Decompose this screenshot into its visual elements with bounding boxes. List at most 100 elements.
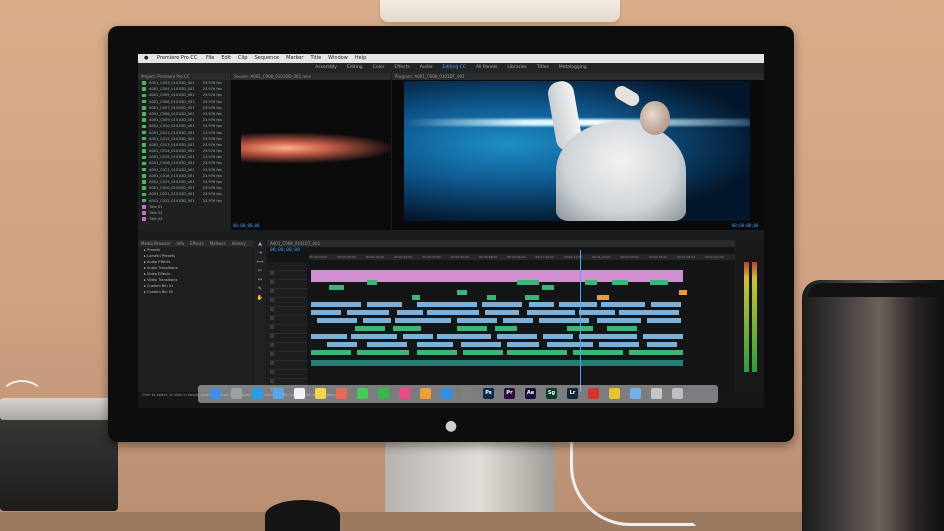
effects-folder[interactable]: ▸ Custom Bin 02 (138, 289, 253, 295)
project-clip-item[interactable]: A001_C010_0101DD_001 23.976 fps (138, 123, 230, 129)
timeline-clip[interactable] (527, 310, 575, 315)
menu-item-clip[interactable]: Clip (238, 55, 247, 61)
hand-tool-icon[interactable]: ✋ (254, 294, 266, 303)
mail-icon[interactable] (273, 388, 284, 399)
effects-tab[interactable]: Media Browser (141, 241, 171, 246)
timeline-clip[interactable] (417, 302, 477, 307)
timeline-clip[interactable] (507, 350, 567, 355)
effects-tab[interactable]: History (232, 241, 246, 246)
timeline-clip[interactable] (417, 350, 457, 355)
timeline-clip[interactable] (495, 326, 517, 331)
lightroom-icon[interactable]: Lr (567, 388, 578, 399)
timeline-clip[interactable] (543, 334, 573, 339)
timeline-clip[interactable] (463, 350, 503, 355)
workspace-tab[interactable]: Color (373, 65, 385, 70)
timeline-clip[interactable] (412, 295, 420, 300)
speedgrade-icon[interactable]: Sg (546, 388, 557, 399)
timeline-clip[interactable] (599, 342, 639, 347)
timeline-clip[interactable] (497, 334, 537, 339)
apple-menu-icon[interactable]: ● (144, 55, 148, 61)
timeline-clip[interactable] (367, 280, 377, 285)
project-clip-item[interactable]: A001_C006_0101DD_001 23.976 fps (138, 99, 230, 105)
timeline-clip[interactable] (539, 318, 589, 323)
project-clip-item[interactable]: A001_C011_0101DD_001 23.976 fps (138, 130, 230, 136)
finder-icon[interactable] (210, 388, 221, 399)
timeline-clip[interactable] (507, 342, 539, 347)
timeline-clip[interactable] (437, 334, 491, 339)
workspace-tab[interactable]: Audio (420, 65, 433, 70)
timeline-clip[interactable] (650, 280, 668, 285)
timeline-clip[interactable] (457, 318, 497, 323)
activity-icon[interactable] (651, 388, 662, 399)
timeline-clip[interactable] (487, 295, 496, 300)
timeline-clip[interactable] (457, 326, 487, 331)
workspace-tab[interactable]: All Panels (476, 65, 498, 70)
project-clip-item[interactable]: A001_C021_0101DD_001 23.976 fps (138, 191, 230, 197)
timeline-clip[interactable] (503, 318, 533, 323)
menu-item-file[interactable]: File (206, 55, 214, 61)
track-select-tool-icon[interactable]: ⇥ (254, 249, 266, 258)
workspace-tab[interactable]: Effects (394, 65, 409, 70)
timeline-clip[interactable] (403, 334, 433, 339)
timeline-clip[interactable] (559, 302, 597, 307)
system-preferences-icon[interactable] (462, 388, 473, 399)
timeline-clip[interactable] (607, 326, 637, 331)
project-clip-item[interactable]: A001_C022_0101DD_001 23.976 fps (138, 198, 230, 204)
photos-icon[interactable] (336, 388, 347, 399)
workspace-tab[interactable]: Titles (537, 65, 549, 70)
timeline-clip[interactable] (427, 310, 479, 315)
workspace-tab[interactable]: Editing CC (443, 65, 466, 70)
selection-tool-icon[interactable]: ▲ (254, 240, 266, 249)
workspace-tab[interactable]: Assembly (315, 65, 337, 70)
timeline-clip[interactable] (643, 334, 683, 339)
app-store-icon[interactable] (441, 388, 452, 399)
timeline-clip[interactable] (311, 310, 341, 315)
menu-item-window[interactable]: Window (328, 55, 348, 61)
effects-tab[interactable]: Info (177, 241, 185, 246)
calendar-icon[interactable] (294, 388, 305, 399)
timeline-clip[interactable] (542, 285, 554, 290)
timeline-clip[interactable] (355, 326, 385, 331)
trash-icon[interactable] (672, 388, 683, 399)
facetime-icon[interactable] (378, 388, 389, 399)
slip-tool-icon[interactable]: ↔ (254, 276, 266, 285)
timeline-clip[interactable] (311, 302, 361, 307)
timeline-clip[interactable] (357, 350, 409, 355)
menu-item-edit[interactable]: Edit (221, 55, 231, 61)
timeline-clip[interactable] (393, 326, 421, 331)
timeline-clip[interactable] (311, 334, 347, 339)
menu-item-title[interactable]: Title (310, 55, 321, 61)
timeline-clip[interactable] (329, 285, 344, 290)
photoshop-icon[interactable]: Ps (483, 388, 494, 399)
timeline-clip[interactable] (367, 302, 402, 307)
timeline-clip[interactable] (651, 302, 681, 307)
timeline-clip[interactable] (619, 310, 679, 315)
razor-tool-icon[interactable]: ✂ (254, 267, 266, 276)
project-clip-item[interactable]: A001_C017_0101DD_001 23.976 fps (138, 167, 230, 173)
timeline-clip[interactable] (647, 318, 681, 323)
effects-tab[interactable]: Effects (190, 241, 204, 246)
messages-icon[interactable] (357, 388, 368, 399)
launchpad-icon[interactable] (231, 388, 242, 399)
timeline-clip[interactable] (395, 318, 451, 323)
timeline-clip[interactable] (311, 350, 351, 355)
project-clip-item[interactable]: A001_C016_0101DD_001 23.976 fps (138, 160, 230, 166)
timeline-clip[interactable] (397, 310, 423, 315)
timeline-clip[interactable] (485, 310, 519, 315)
pen-tool-icon[interactable]: ✎ (254, 285, 266, 294)
workspace-tab[interactable]: Editing (347, 65, 363, 70)
ibooks-icon[interactable] (420, 388, 431, 399)
workspace-tab[interactable]: Libraries (507, 65, 526, 70)
timeline-clip[interactable] (585, 280, 597, 285)
itunes-icon[interactable] (399, 388, 410, 399)
premiere-icon[interactable]: Pr (504, 388, 515, 399)
after-effects-icon[interactable]: Ae (525, 388, 536, 399)
chrome-icon[interactable] (609, 388, 620, 399)
timeline-clip[interactable] (457, 290, 467, 295)
timeline-clip[interactable] (597, 318, 641, 323)
timeline-clip[interactable] (679, 290, 687, 295)
notes-icon[interactable] (315, 388, 326, 399)
timeline-clip[interactable] (612, 280, 628, 285)
timeline-clip[interactable] (517, 280, 539, 285)
menu-item-sequence[interactable]: Sequence (254, 55, 279, 61)
